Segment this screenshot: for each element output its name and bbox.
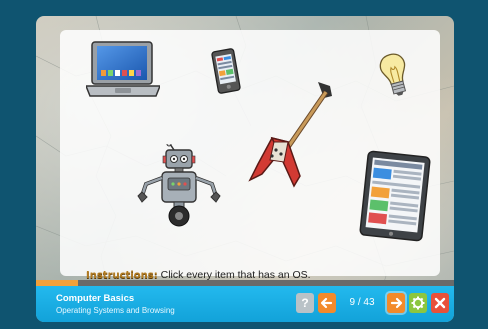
arrow-left-icon (320, 297, 333, 309)
activity-frame: Instructions: Click every item that has … (36, 16, 454, 322)
next-button[interactable] (387, 293, 405, 313)
light-bulb-icon[interactable] (378, 52, 412, 98)
activity-panel: Instructions: Click every item that has … (60, 30, 440, 281)
close-button[interactable] (431, 293, 449, 313)
course-title: Computer Basics (56, 293, 135, 304)
previous-button[interactable] (318, 293, 336, 313)
gear-icon (411, 296, 425, 310)
footer-bar: Computer Basics Operating Systems and Br… (36, 286, 454, 322)
arrow-right-icon (390, 297, 403, 309)
laptop-icon[interactable] (86, 40, 160, 104)
page-counter: 9 / 43 (349, 297, 375, 308)
settings-button[interactable] (409, 293, 427, 313)
robot-icon[interactable] (136, 144, 222, 228)
close-icon (434, 297, 446, 309)
lesson-title: Operating Systems and Browsing (56, 306, 175, 315)
help-button[interactable]: ? (296, 293, 314, 313)
tablet-icon[interactable] (358, 150, 432, 242)
electric-guitar-icon[interactable] (244, 78, 340, 188)
smartphone-icon[interactable] (211, 48, 241, 94)
